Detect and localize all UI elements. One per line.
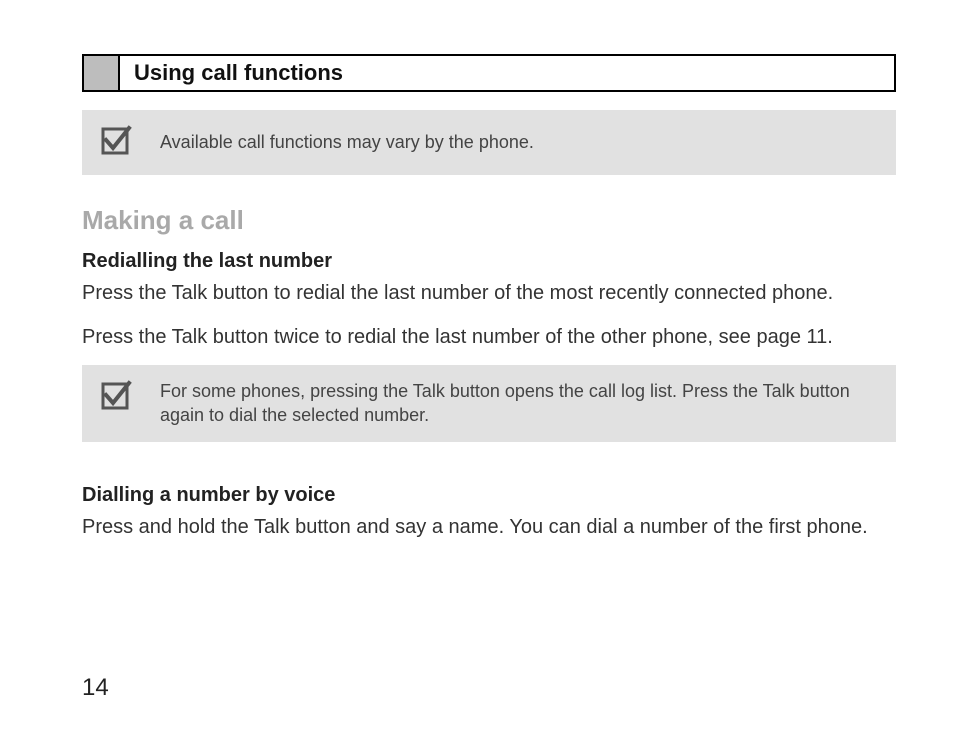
title-decor-tab: [84, 56, 120, 90]
note-text-2: For some phones, pressing the Talk butto…: [160, 379, 878, 428]
note-text-1: Available call functions may vary by the…: [160, 130, 534, 154]
para-voice-1: Press and hold the Talk button and say a…: [82, 513, 896, 541]
sub-heading-redial: Redialling the last number: [82, 250, 896, 273]
section-heading-making-call: Making a call: [82, 205, 896, 236]
para-redial-2: Press the Talk button twice to redial th…: [82, 323, 896, 351]
chapter-title-bar: Using call functions: [82, 54, 896, 92]
sub-heading-voice-dial: Dialling a number by voice: [82, 484, 896, 507]
manual-page: Using call functions Available call func…: [0, 0, 954, 742]
checkmark-icon: [100, 379, 132, 416]
para-redial-1: Press the Talk button to redial the last…: [82, 279, 896, 307]
checkmark-icon: [100, 124, 132, 161]
chapter-title: Using call functions: [120, 56, 343, 90]
note-box-1: Available call functions may vary by the…: [82, 110, 896, 175]
note-box-2: For some phones, pressing the Talk butto…: [82, 365, 896, 442]
page-number: 14: [82, 674, 109, 702]
